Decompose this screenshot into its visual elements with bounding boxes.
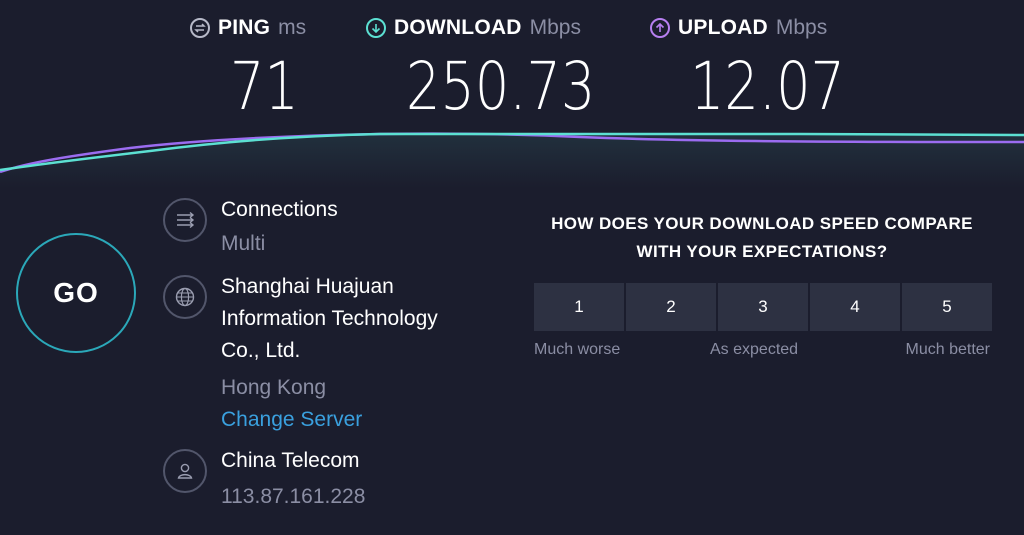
- rating-button-5[interactable]: 5: [902, 283, 992, 331]
- speed-graph: [0, 132, 1024, 188]
- change-server-link[interactable]: Change Server: [221, 404, 362, 436]
- scale-label-better: Much better: [905, 341, 990, 358]
- upload-metric: UPLOAD Mbps 12.07: [650, 14, 845, 122]
- scale-label-worse: Much worse: [534, 341, 621, 358]
- download-unit: Mbps: [529, 16, 581, 39]
- download-label: DOWNLOAD: [394, 16, 522, 39]
- download-value: 250.73: [406, 48, 596, 125]
- rating-button-2[interactable]: 2: [626, 283, 716, 331]
- server-provider-line-2: Information Technology: [221, 307, 438, 330]
- upload-unit: Mbps: [775, 16, 828, 39]
- server-provider-line-1: Shanghai Huajuan: [221, 275, 394, 298]
- rating-buttons: 1 2 3 4 5: [534, 283, 992, 331]
- upload-arrow-icon: [650, 18, 670, 38]
- download-arrow-icon: [366, 18, 386, 38]
- go-label: GO: [53, 277, 99, 308]
- globe-icon: [163, 275, 207, 319]
- upload-label: UPLOAD: [678, 16, 768, 39]
- user-icon: [163, 449, 207, 493]
- connections-value: Multi: [221, 232, 266, 255]
- ping-label: PING: [218, 16, 271, 39]
- scale-label-expected: As expected: [710, 341, 799, 358]
- rating-button-4[interactable]: 4: [810, 283, 900, 331]
- rating-button-3[interactable]: 3: [718, 283, 808, 331]
- ping-value: 71: [230, 48, 299, 125]
- go-button[interactable]: GO: [16, 233, 136, 353]
- download-metric: DOWNLOAD Mbps 250.73: [366, 14, 595, 122]
- server-provider-line-3: Co., Ltd.: [221, 339, 301, 362]
- connections-label: Connections: [221, 198, 338, 221]
- survey-question-line-1: HOW DOES YOUR DOWNLOAD SPEED COMPARE: [551, 214, 973, 233]
- upload-value: 12.07: [690, 48, 845, 125]
- survey-question-line-2: WITH YOUR EXPECTATIONS?: [636, 242, 888, 261]
- isp-name: China Telecom: [221, 449, 360, 472]
- ping-unit: ms: [278, 16, 307, 39]
- isp-ip-address: 113.87.161.228: [221, 485, 366, 508]
- connections-icon: [163, 198, 207, 242]
- ping-metric: PING ms 71: [190, 14, 307, 122]
- rating-button-1[interactable]: 1: [534, 283, 624, 331]
- ping-icon: [190, 18, 210, 38]
- server-location: Hong Kong: [221, 376, 327, 399]
- survey-question: HOW DOES YOUR DOWNLOAD SPEED COMPARE WIT…: [528, 210, 996, 266]
